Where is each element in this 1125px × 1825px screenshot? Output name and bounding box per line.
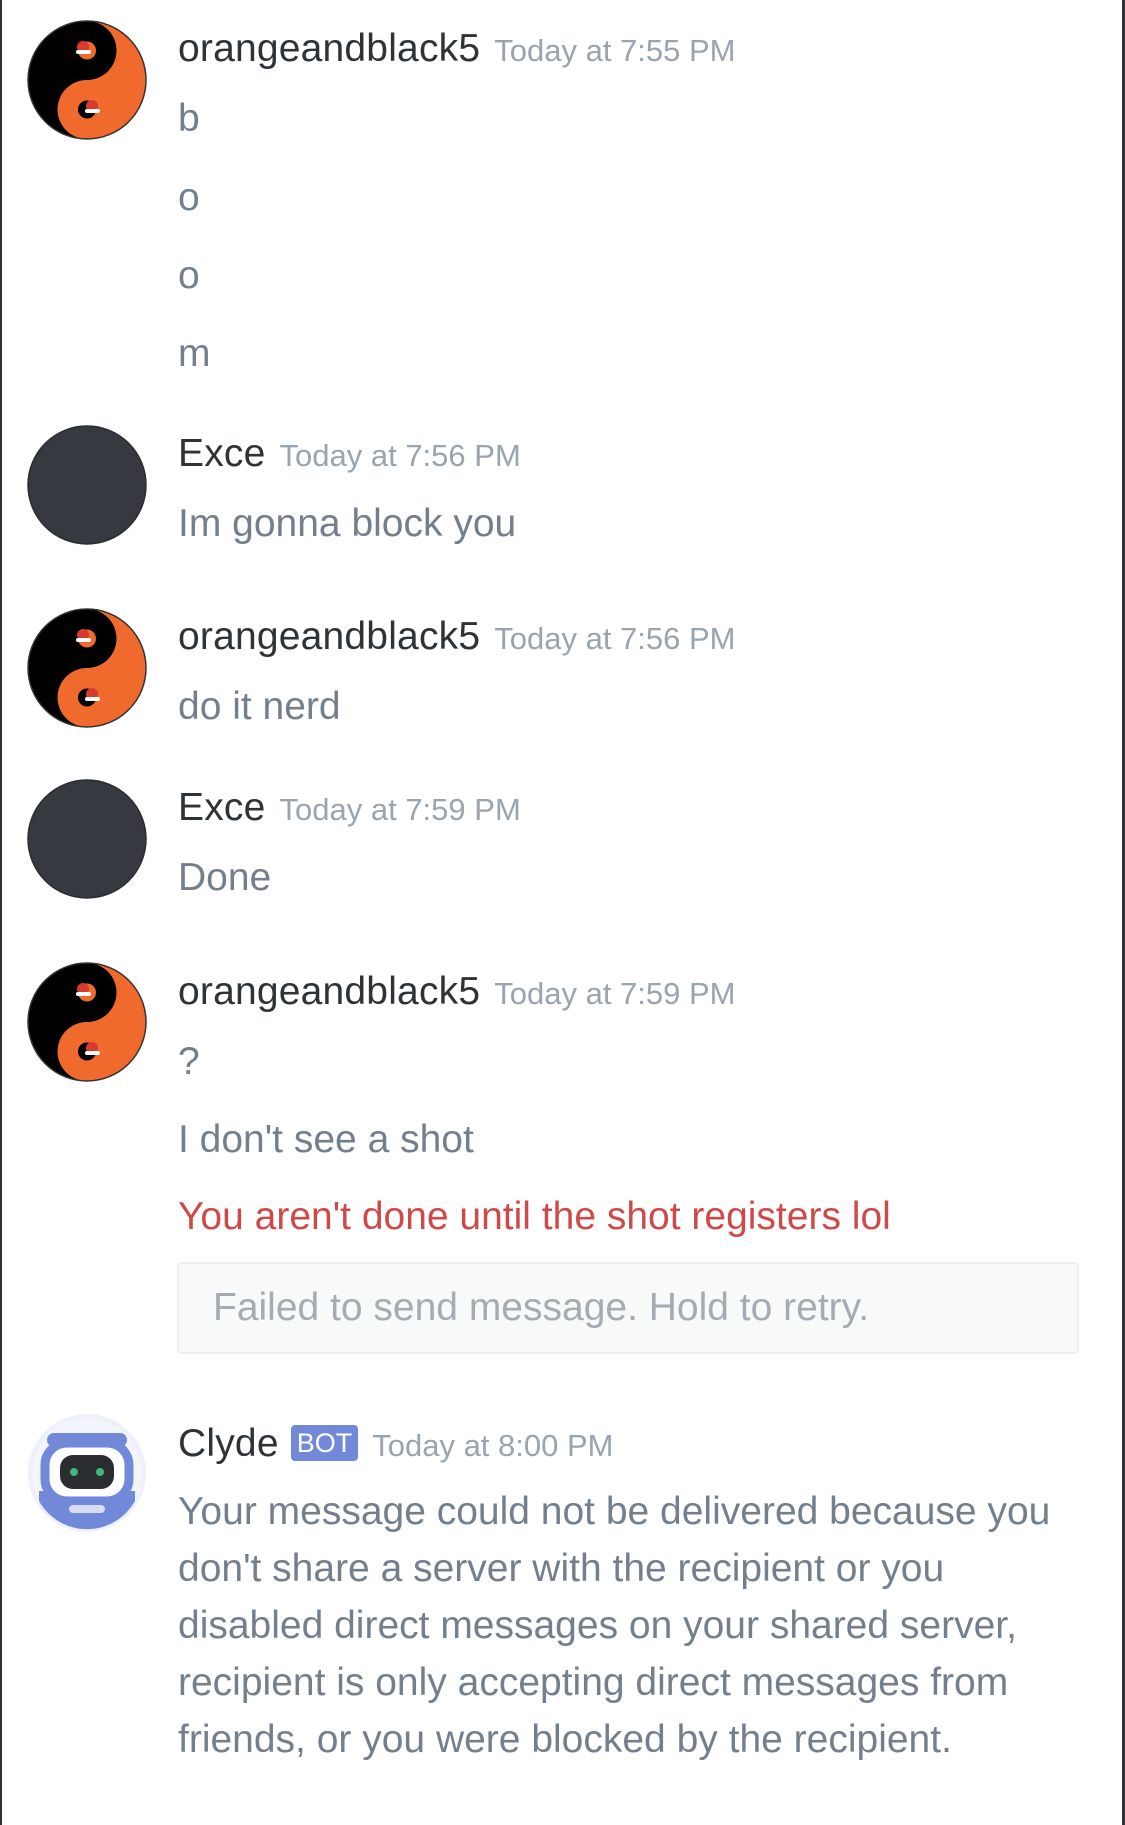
retry-send-button[interactable]: Failed to send message. Hold to retry. [177, 1262, 1079, 1354]
message-author[interactable]: orangeandblack5 [178, 27, 480, 71]
message-line: ? [178, 1040, 200, 1083]
message-line: o [178, 254, 200, 297]
yin-yang-santa-hat-icon [27, 962, 147, 1082]
message-author[interactable]: Exce [178, 786, 266, 830]
message-timestamp: Today at 8:00 PM [372, 1428, 614, 1463]
user-avatar[interactable] [27, 962, 147, 1082]
user-avatar[interactable] [27, 425, 147, 545]
clyde-robot-icon [28, 1414, 146, 1532]
message-timestamp: Today at 7:56 PM [279, 438, 521, 473]
message-author[interactable]: orangeandblack5 [178, 970, 480, 1014]
message-line: Done [178, 856, 272, 899]
user-avatar[interactable] [27, 779, 147, 899]
yin-yang-santa-hat-icon [27, 20, 147, 140]
message-timestamp: Today at 7:59 PM [279, 792, 521, 827]
message-timestamp: Today at 7:59 PM [494, 976, 736, 1011]
bot-avatar[interactable] [27, 1413, 147, 1533]
default-dark-avatar [27, 779, 147, 899]
default-dark-avatar [27, 425, 147, 545]
message-line: b [178, 97, 200, 140]
user-avatar[interactable] [27, 608, 147, 728]
failed-message-line[interactable]: You aren't done until the shot registers… [178, 1195, 891, 1239]
message-author[interactable]: Exce [178, 432, 266, 476]
message-timestamp: Today at 7:55 PM [494, 33, 736, 68]
message-timestamp: Today at 7:56 PM [494, 621, 736, 656]
message-line: I don't see a shot [178, 1118, 474, 1161]
message-author[interactable]: orangeandblack5 [178, 615, 480, 659]
message-author[interactable]: Clyde [178, 1422, 279, 1466]
user-avatar[interactable] [27, 20, 147, 140]
bot-badge: BOT [290, 1425, 359, 1461]
failed-send-notice: Failed to send message. Hold to retry. [213, 1286, 870, 1329]
bot-message-text: Your message could not be delivered beca… [178, 1490, 1051, 1761]
message-line: do it nerd [178, 685, 341, 728]
message-line: m [178, 332, 211, 375]
message-line: Im gonna block you [178, 502, 517, 545]
yin-yang-santa-hat-icon [27, 608, 147, 728]
message-line: o [178, 176, 200, 219]
